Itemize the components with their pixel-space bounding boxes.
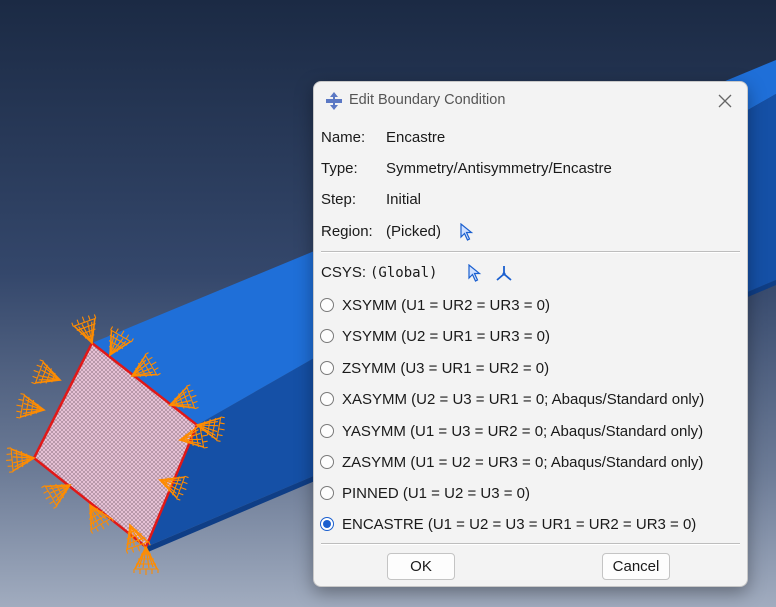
radio-button[interactable]: [320, 486, 334, 500]
radio-button[interactable]: [320, 329, 334, 343]
csys-value: (Global): [370, 265, 438, 281]
radio-button[interactable]: [320, 424, 334, 438]
csys-axes-icon[interactable]: [494, 263, 514, 283]
type-label: Type:: [321, 160, 358, 177]
close-icon[interactable]: [712, 90, 738, 112]
region-label: Region:: [321, 223, 373, 240]
radio-button[interactable]: [320, 361, 334, 375]
radio-option-label: XASYMM (U2 = U3 = UR1 = 0; Abaqus/Standa…: [342, 391, 705, 408]
radio-button[interactable]: [320, 392, 334, 406]
step-value: Initial: [386, 191, 422, 208]
region-value: (Picked): [386, 223, 442, 240]
dialog-title: Edit Boundary Condition: [349, 92, 506, 108]
separator: [321, 543, 740, 545]
radio-option-label: ZSYMM (U3 = UR1 = UR2 = 0): [342, 360, 550, 377]
csys-pick-cursor-icon[interactable]: [467, 263, 483, 282]
boundary-condition-icon: [324, 91, 344, 111]
radio-option-label: YASYMM (U1 = U3 = UR2 = 0; Abaqus/Standa…: [342, 423, 704, 440]
separator: [321, 251, 740, 253]
csys-row: CSYS: (Global): [321, 262, 541, 284]
radio-option-label: YSYMM (U2 = UR1 = UR3 = 0): [342, 328, 550, 345]
radio-button[interactable]: [320, 455, 334, 469]
ok-button[interactable]: OK: [387, 553, 455, 580]
dialog-titlebar[interactable]: Edit Boundary Condition: [314, 82, 747, 118]
edit-boundary-condition-dialog: Edit Boundary Condition Name: Encastre T…: [313, 81, 748, 587]
csys-label: CSYS:: [321, 264, 367, 281]
radio-button[interactable]: [320, 298, 334, 312]
radio-option-label: PINNED (U1 = U2 = U3 = 0): [342, 485, 530, 502]
step-label: Step:: [321, 191, 357, 208]
cancel-button[interactable]: Cancel: [602, 553, 670, 580]
radio-button[interactable]: [320, 517, 334, 531]
region-row: Region: (Picked): [321, 221, 521, 243]
region-pick-cursor-icon[interactable]: [459, 222, 475, 241]
radio-option-label: XSYMM (U1 = UR2 = UR3 = 0): [342, 297, 550, 314]
radio-option-label: ZASYMM (U1 = U2 = UR3 = 0; Abaqus/Standa…: [342, 454, 704, 471]
name-value: Encastre: [386, 129, 446, 146]
name-label: Name:: [321, 129, 366, 146]
radio-option-label: ENCASTRE (U1 = U2 = U3 = UR1 = UR2 = UR3…: [342, 516, 697, 533]
type-value: Symmetry/Antisymmetry/Encastre: [386, 160, 612, 177]
